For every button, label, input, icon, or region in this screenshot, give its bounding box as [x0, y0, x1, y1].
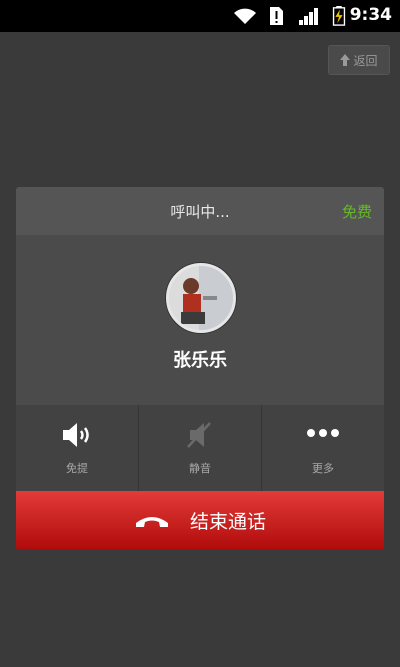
back-label: 返回 [353, 53, 378, 68]
contact-name: 张乐乐 [173, 350, 227, 371]
avatar-image [169, 266, 233, 330]
more-button[interactable]: 更多 [262, 405, 384, 491]
wifi-icon [234, 8, 256, 24]
status-bar: 9:34 [0, 0, 400, 32]
signal-icon [299, 8, 318, 25]
call-card: 呼叫中... 免费 张乐乐 免提 静音 更多 结束通话 [16, 187, 384, 550]
more-label: 更多 [312, 462, 334, 475]
end-call-button[interactable]: 结束通话 [16, 491, 384, 550]
contact-panel: 张乐乐 [16, 235, 384, 405]
call-header: 呼叫中... 免费 [16, 187, 384, 236]
sim-alert-icon [270, 7, 283, 25]
free-badge: 免费 [341, 203, 372, 221]
hang-up-icon [135, 516, 168, 527]
mute-button[interactable]: 静音 [139, 405, 262, 491]
battery-charging-icon [332, 6, 346, 26]
call-controls: 免提 静音 更多 [16, 405, 384, 491]
status-time: 9:34 [349, 5, 392, 25]
speaker-icon [63, 423, 89, 447]
call-status: 呼叫中... [170, 203, 230, 221]
end-call-label: 结束通话 [189, 511, 266, 533]
speaker-button[interactable]: 免提 [16, 405, 139, 491]
avatar [166, 263, 236, 333]
mute-label: 静音 [189, 462, 211, 475]
speaker-label: 免提 [66, 462, 88, 475]
mute-icon [187, 422, 211, 448]
back-button[interactable]: 返回 [328, 45, 390, 75]
more-icon [307, 429, 339, 437]
arrow-up-icon [340, 54, 351, 66]
